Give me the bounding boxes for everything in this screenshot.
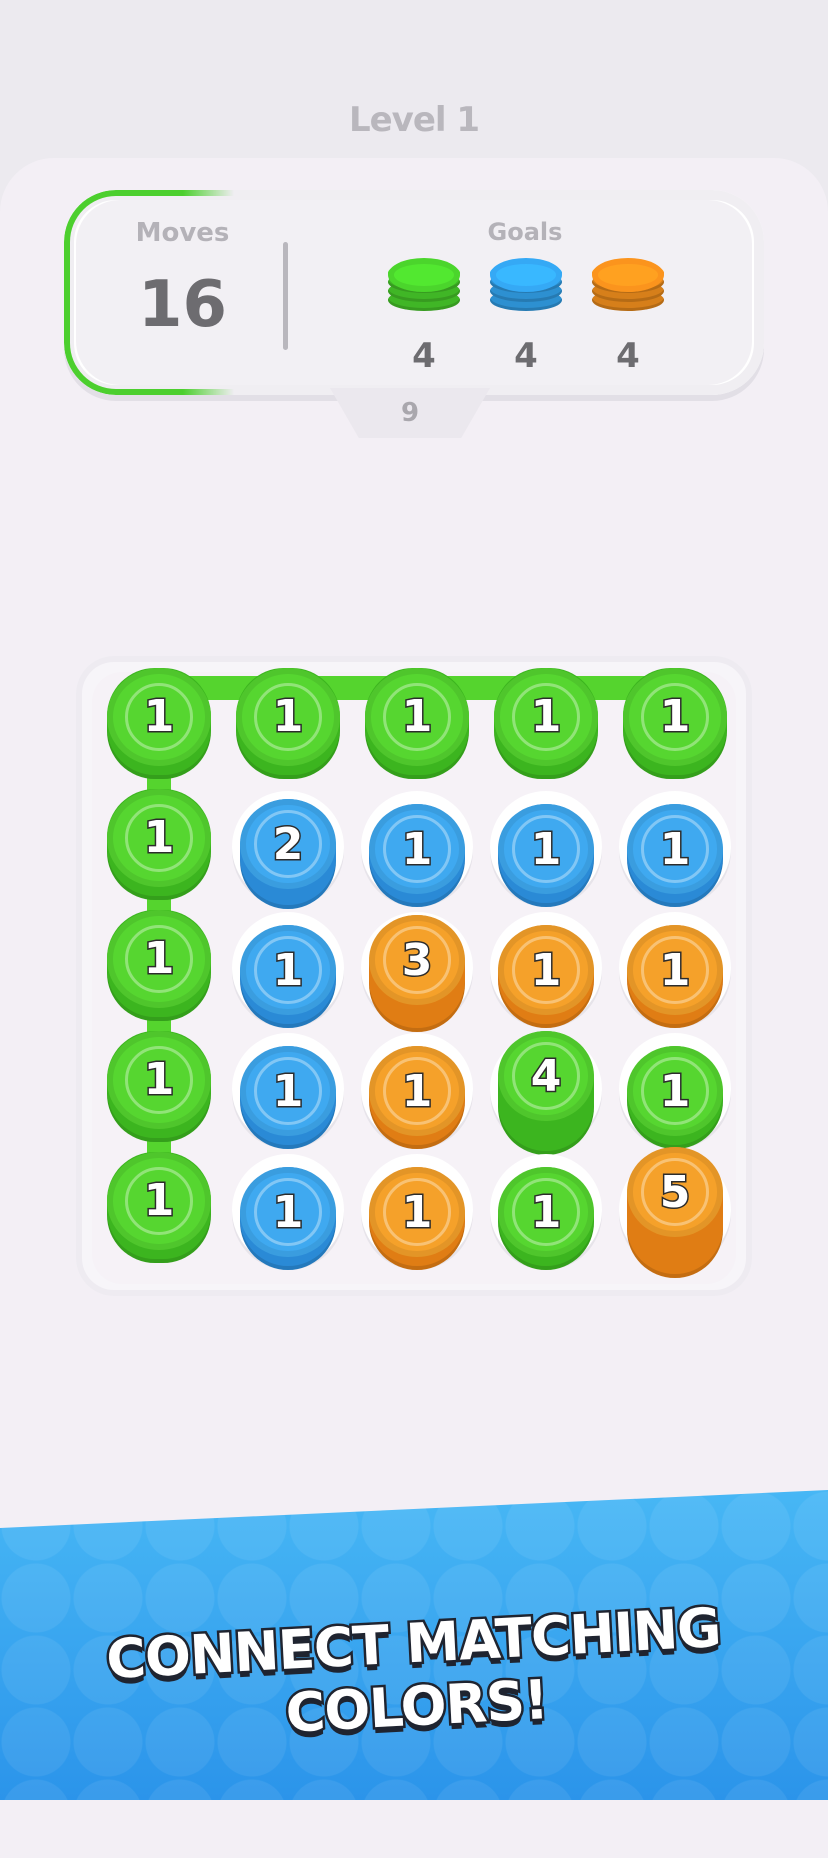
chip-cell[interactable]: 1 — [232, 1033, 344, 1150]
goal-orange: 4 — [590, 258, 666, 378]
orange-chip: 3 — [369, 915, 465, 1006]
green-chip: 1 — [498, 1167, 594, 1258]
chip-value: 1 — [658, 943, 692, 997]
goal-count: 4 — [616, 336, 640, 376]
chip-value: 1 — [658, 1064, 692, 1118]
blue-chip: 1 — [498, 804, 594, 895]
hud-divider — [283, 242, 288, 350]
chip-value: 1 — [271, 690, 305, 744]
goal-count: 4 — [514, 336, 538, 376]
green-chip: 1 — [107, 789, 211, 887]
level-title: Level 1 — [348, 100, 480, 140]
chip-cell[interactable]: 3 — [361, 912, 473, 1033]
chip-cell[interactable]: 1 — [232, 668, 344, 782]
chip-value: 1 — [529, 822, 563, 876]
blue-chip: 2 — [240, 799, 336, 890]
orange-chip: 5 — [627, 1147, 723, 1238]
chip-value: 1 — [142, 690, 176, 744]
green-chip: 1 — [107, 1152, 211, 1250]
chip-cell[interactable]: 1 — [361, 668, 473, 782]
chip-cell[interactable]: 1 — [103, 910, 215, 1024]
chip-value: 4 — [529, 1049, 563, 1103]
chip-cell[interactable]: 4 — [490, 1031, 602, 1156]
blue-chip: 1 — [627, 804, 723, 895]
chip-cell[interactable]: 1 — [619, 668, 731, 782]
green-chip: 1 — [107, 1031, 211, 1129]
moves-value: 16 — [137, 268, 228, 342]
chip-cell[interactable]: 1 — [103, 1152, 215, 1266]
chip-value: 1 — [658, 690, 692, 744]
green-chip: 1 — [107, 910, 211, 1008]
goal-blue: 4 — [488, 258, 564, 378]
chip-value: 1 — [400, 822, 434, 876]
chip-cell[interactable]: 1 — [619, 912, 731, 1029]
green-chip: 1 — [623, 668, 727, 766]
green-chip: 4 — [498, 1031, 594, 1122]
chip-cell[interactable]: 1 — [361, 1033, 473, 1150]
chip-value: 1 — [529, 943, 563, 997]
chip-cell[interactable]: 1 — [232, 912, 344, 1029]
chip-value: 1 — [142, 811, 176, 865]
chip-cell[interactable]: 1 — [103, 1031, 215, 1145]
green-chip: 1 — [365, 668, 469, 766]
goal-chip-stack-icon — [590, 258, 666, 326]
chip-cell[interactable]: 2 — [232, 791, 344, 910]
chip-value: 5 — [658, 1165, 692, 1219]
orange-chip: 1 — [369, 1167, 465, 1258]
chip-value: 1 — [271, 1064, 305, 1118]
blue-chip: 1 — [240, 1167, 336, 1258]
chip-value: 1 — [400, 1185, 434, 1239]
green-chip: 1 — [494, 668, 598, 766]
chip-cell[interactable]: 1 — [619, 1033, 731, 1150]
blue-chip: 1 — [240, 925, 336, 1016]
orange-chip: 1 — [369, 1046, 465, 1137]
chip-value: 2 — [271, 817, 305, 871]
blue-chip: 1 — [369, 804, 465, 895]
chip-cell[interactable]: 1 — [490, 791, 602, 908]
chip-value: 1 — [400, 1064, 434, 1118]
goal-chip-stack-icon — [386, 258, 462, 326]
chip-value: 1 — [271, 943, 305, 997]
goal-green: 4 — [386, 258, 462, 378]
blue-chip: 1 — [240, 1046, 336, 1137]
chip-cell[interactable]: 5 — [619, 1147, 731, 1279]
green-chip: 1 — [107, 668, 211, 766]
chip-cell[interactable]: 1 — [361, 791, 473, 908]
orange-chip: 1 — [627, 925, 723, 1016]
chip-value: 1 — [142, 1053, 176, 1107]
goal-chip-stack-icon — [488, 258, 564, 326]
orange-chip: 1 — [498, 925, 594, 1016]
chip-value: 1 — [529, 1185, 563, 1239]
chip-value: 1 — [658, 822, 692, 876]
chip-value: 1 — [529, 690, 563, 744]
chip-cell[interactable]: 1 — [619, 791, 731, 908]
chip-cell[interactable]: 1 — [490, 1154, 602, 1271]
chip-cell[interactable]: 1 — [490, 668, 602, 782]
goal-count: 4 — [412, 336, 436, 376]
chip-value: 1 — [142, 932, 176, 986]
hud-tab-value: 9 — [400, 398, 420, 428]
chip-value: 3 — [400, 933, 434, 987]
moves-label: Moves — [135, 218, 230, 248]
goals-label: Goals — [487, 218, 563, 246]
chip-cell[interactable]: 1 — [490, 912, 602, 1029]
chip-cell[interactable]: 1 — [103, 668, 215, 782]
green-chip: 1 — [236, 668, 340, 766]
green-chip: 1 — [627, 1046, 723, 1137]
chip-value: 1 — [271, 1185, 305, 1239]
chip-cell[interactable]: 1 — [361, 1154, 473, 1271]
chip-value: 1 — [400, 690, 434, 744]
chip-value: 1 — [142, 1174, 176, 1228]
chip-cell[interactable]: 1 — [103, 789, 215, 903]
chip-cell[interactable]: 1 — [232, 1154, 344, 1271]
